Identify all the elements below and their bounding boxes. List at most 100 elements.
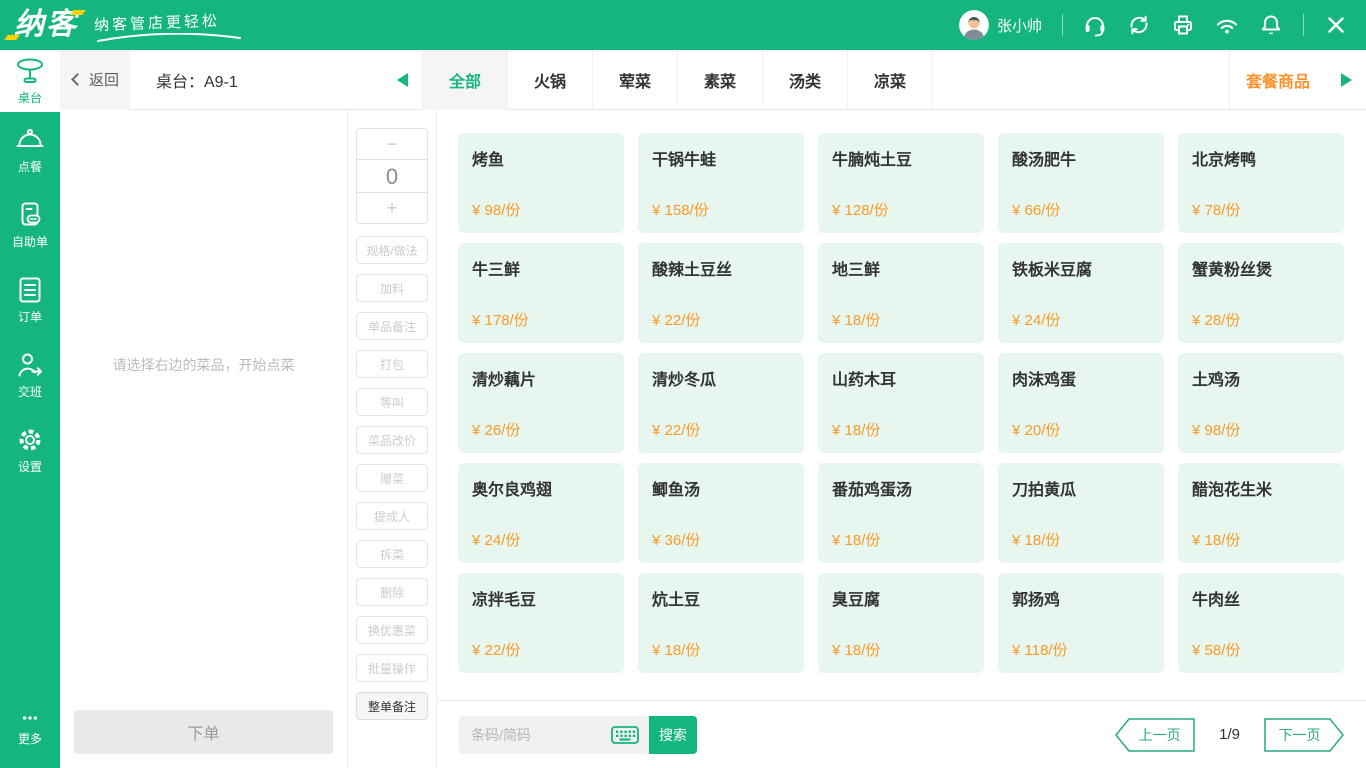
- dish-card[interactable]: 清炒冬瓜¥ 22/份: [638, 353, 804, 453]
- dish-card[interactable]: 肉沫鸡蛋¥ 20/份: [998, 353, 1164, 453]
- user-profile[interactable]: 张小帅: [959, 10, 1042, 40]
- tab-soup[interactable]: 汤类: [763, 50, 848, 110]
- search-button[interactable]: 搜索: [649, 716, 697, 754]
- order-panel: 请选择右边的菜品，开始点菜 下单: [60, 110, 348, 768]
- avatar: [959, 10, 989, 40]
- dish-card[interactable]: 醋泡花生米¥ 18/份: [1178, 463, 1344, 563]
- subheader: 返回 桌台：A9-1 全部 火锅 荤菜 素菜 汤类 凉菜 套餐商品: [60, 50, 1366, 110]
- sidebar-item-orders[interactable]: 订单: [0, 262, 60, 337]
- pagination: 上一页 1/9 下一页: [1115, 718, 1344, 752]
- topbar-actions: 张小帅: [959, 10, 1366, 40]
- page-indicator: 1/9: [1219, 726, 1240, 743]
- whole-order-note-button[interactable]: 整单备注: [356, 692, 428, 720]
- submit-order-button[interactable]: 下单: [74, 710, 333, 754]
- quantity-stepper: − 0 +: [356, 128, 428, 224]
- dish-card[interactable]: 铁板米豆腐¥ 24/份: [998, 243, 1164, 343]
- logo-slogan: 纳客管店更轻松: [94, 12, 244, 48]
- sidebar: 桌台 点餐 自助单 订单 交班: [0, 50, 60, 768]
- back-button[interactable]: 返回: [60, 50, 130, 110]
- shift-person-icon: [15, 350, 45, 380]
- tab-hotpot[interactable]: 火锅: [508, 50, 593, 110]
- menu-area: 烤鱼¥ 98/份 干锅牛蛙¥ 158/份 牛腩炖土豆¥ 128/份 酸汤肥牛¥ …: [437, 110, 1366, 768]
- tab-all[interactable]: 全部: [423, 50, 508, 110]
- next-page-button[interactable]: 下一页: [1264, 718, 1344, 752]
- table-title: 桌台：A9-1: [156, 68, 382, 92]
- sync-icon[interactable]: [1127, 13, 1151, 37]
- tab-cold-dish[interactable]: 凉菜: [848, 50, 933, 110]
- dish-card[interactable]: 刀拍黄瓜¥ 18/份: [998, 463, 1164, 563]
- dish-card[interactable]: 山药木耳¥ 18/份: [818, 353, 984, 453]
- back-chevron-icon: [71, 73, 84, 86]
- item-note-button[interactable]: 单品备注: [356, 312, 428, 340]
- app-logo: 纳客 纳客管店更轻松: [0, 2, 244, 48]
- tabs-scroll-left-button[interactable]: [382, 50, 422, 110]
- split-dish-button[interactable]: 拆菜: [356, 540, 428, 568]
- dish-card[interactable]: 鲫鱼汤¥ 36/份: [638, 463, 804, 563]
- dish-card[interactable]: 土鸡汤¥ 98/份: [1178, 353, 1344, 453]
- dish-card[interactable]: 奥尔良鸡翅¥ 24/份: [458, 463, 624, 563]
- dish-card[interactable]: 郭扬鸡¥ 118/份: [998, 573, 1164, 673]
- dish-card[interactable]: 酸辣土豆丝¥ 22/份: [638, 243, 804, 343]
- dish-card[interactable]: 炕土豆¥ 18/份: [638, 573, 804, 673]
- dish-card[interactable]: 烤鱼¥ 98/份: [458, 133, 624, 233]
- wifi-icon[interactable]: [1215, 13, 1239, 37]
- delete-button[interactable]: 删除: [356, 578, 428, 606]
- change-price-button[interactable]: 菜品改价: [356, 426, 428, 454]
- sidebar-item-order-food[interactable]: 点餐: [0, 112, 60, 187]
- logo-text: 纳客: [14, 2, 78, 48]
- quantity-value: 0: [357, 159, 427, 193]
- logo-accent-icon: [70, 10, 86, 15]
- self-order-receipt-icon: [15, 200, 45, 230]
- table-icon: [15, 56, 45, 86]
- dish-card[interactable]: 牛三鲜¥ 178/份: [458, 243, 624, 343]
- dish-card[interactable]: 牛肉丝¥ 58/份: [1178, 573, 1344, 673]
- dish-card[interactable]: 地三鲜¥ 18/份: [818, 243, 984, 343]
- wait-call-button[interactable]: 等叫: [356, 388, 428, 416]
- divider: [1062, 14, 1063, 36]
- sidebar-item-settings[interactable]: 设置: [0, 412, 60, 487]
- dish-card[interactable]: 北京烤鸭¥ 78/份: [1178, 133, 1344, 233]
- user-name: 张小帅: [997, 15, 1042, 36]
- category-tabs: 全部 火锅 荤菜 素菜 汤类 凉菜: [422, 50, 933, 110]
- quantity-plus-button[interactable]: +: [357, 193, 427, 223]
- prev-page-button[interactable]: 上一页: [1115, 718, 1195, 752]
- cloche-icon: [15, 125, 45, 155]
- sidebar-item-shift-change[interactable]: 交班: [0, 337, 60, 412]
- bottom-bar: 搜索 上一页 1/9 下一页: [437, 700, 1366, 768]
- triangle-right-icon: [1341, 73, 1352, 87]
- dish-card[interactable]: 干锅牛蛙¥ 158/份: [638, 133, 804, 233]
- gear-icon: [15, 425, 45, 455]
- sidebar-item-self-order[interactable]: 自助单: [0, 187, 60, 262]
- swap-discount-dish-button[interactable]: 换优惠菜: [356, 616, 428, 644]
- combo-products-button[interactable]: 套餐商品: [1229, 50, 1326, 110]
- keyboard-icon[interactable]: [611, 726, 639, 744]
- sidebar-item-more[interactable]: 更多: [0, 696, 60, 760]
- empty-order-hint: 请选择右边的菜品，开始点菜: [60, 355, 347, 375]
- close-icon[interactable]: [1324, 13, 1348, 37]
- tab-vegetable[interactable]: 素菜: [678, 50, 763, 110]
- topbar: 纳客 纳客管店更轻松 张小帅: [0, 0, 1366, 50]
- divider: [1303, 14, 1304, 36]
- tab-meat[interactable]: 荤菜: [593, 50, 678, 110]
- dish-card[interactable]: 蟹黄粉丝煲¥ 28/份: [1178, 243, 1344, 343]
- commission-person-button[interactable]: 提成人: [356, 502, 428, 530]
- search-group: 搜索: [459, 716, 697, 754]
- triangle-left-icon: [397, 73, 408, 87]
- dish-card[interactable]: 臭豆腐¥ 18/份: [818, 573, 984, 673]
- takeout-pack-button[interactable]: 打包: [356, 350, 428, 378]
- dish-card[interactable]: 牛腩炖土豆¥ 128/份: [818, 133, 984, 233]
- dish-card[interactable]: 凉拌毛豆¥ 22/份: [458, 573, 624, 673]
- printer-icon[interactable]: [1171, 13, 1195, 37]
- bell-icon[interactable]: [1259, 13, 1283, 37]
- support-icon[interactable]: [1083, 13, 1107, 37]
- sidebar-item-tables[interactable]: 桌台: [0, 50, 60, 112]
- dish-card[interactable]: 清炒藕片¥ 26/份: [458, 353, 624, 453]
- quantity-minus-button[interactable]: −: [357, 129, 427, 159]
- add-ingredient-button[interactable]: 加料: [356, 274, 428, 302]
- dish-card[interactable]: 番茄鸡蛋汤¥ 18/份: [818, 463, 984, 563]
- dish-card[interactable]: 酸汤肥牛¥ 66/份: [998, 133, 1164, 233]
- tabs-scroll-right-button[interactable]: [1326, 50, 1366, 110]
- gift-dish-button[interactable]: 赠菜: [356, 464, 428, 492]
- batch-operation-button[interactable]: 批量操作: [356, 654, 428, 682]
- spec-method-button[interactable]: 规格/做法: [356, 236, 428, 264]
